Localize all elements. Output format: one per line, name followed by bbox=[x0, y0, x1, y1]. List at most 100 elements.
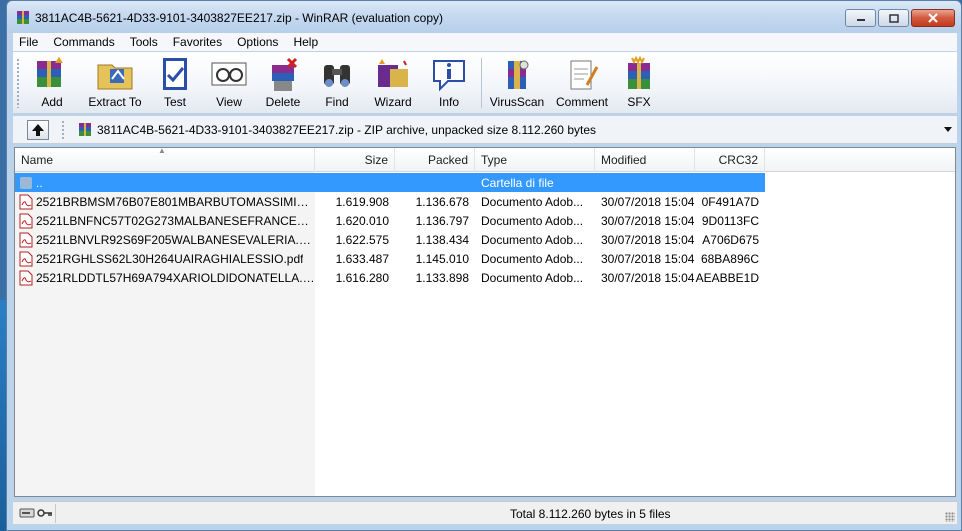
view-label: View bbox=[216, 95, 242, 109]
menu-file[interactable]: File bbox=[13, 33, 45, 51]
status-divider bbox=[55, 504, 56, 523]
file-name: 2521RLDDTL57H69A794XARIOLDIDONATELLA.pdf bbox=[36, 270, 315, 285]
extract-to-label: Extract To bbox=[88, 95, 142, 109]
parent-folder-row[interactable]: .. Cartella di file bbox=[15, 173, 765, 192]
maximize-button[interactable] bbox=[878, 9, 909, 27]
file-crc: A706D675 bbox=[702, 232, 759, 247]
column-type-label: Type bbox=[481, 153, 508, 167]
title-bar[interactable]: 3811AC4B-5621-4D33-9101-3403827EE217.zip… bbox=[7, 1, 961, 33]
pdf-file-icon bbox=[19, 213, 33, 228]
pdf-file-icon bbox=[19, 194, 33, 209]
menu-tools[interactable]: Tools bbox=[122, 33, 165, 51]
address-field[interactable]: 3811AC4B-5621-4D33-9101-3403827EE217.zip… bbox=[71, 120, 955, 140]
find-icon bbox=[324, 65, 350, 87]
info-button[interactable]: Info bbox=[427, 55, 471, 113]
column-crc[interactable]: CRC32 bbox=[695, 148, 765, 172]
sfx-button[interactable]: SFX bbox=[617, 55, 661, 113]
window-title: 3811AC4B-5621-4D33-9101-3403827EE217.zip… bbox=[35, 11, 444, 25]
add-button[interactable]: Add bbox=[27, 55, 77, 113]
file-list[interactable]: ▲ Name Size Packed Type Modified CRC32 .… bbox=[14, 146, 956, 497]
file-modified: 30/07/2018 15:04 bbox=[601, 232, 695, 247]
file-packed: 1.136.797 bbox=[415, 213, 469, 228]
file-modified: 30/07/2018 15:04 bbox=[601, 213, 695, 228]
resize-grip[interactable] bbox=[945, 512, 955, 522]
file-type: Documento Adob... bbox=[481, 251, 584, 266]
file-name: 2521RGHLSS62L30H264UAIRAGHIALESSIO.pdf bbox=[36, 251, 304, 266]
delete-label: Delete bbox=[265, 95, 301, 109]
file-packed: 1.138.434 bbox=[415, 232, 469, 247]
up-one-level-button[interactable] bbox=[27, 120, 49, 140]
close-button[interactable] bbox=[911, 9, 955, 27]
parent-folder-type: Cartella di file bbox=[481, 175, 554, 190]
info-label: Info bbox=[438, 95, 459, 109]
wizard-icon bbox=[378, 59, 408, 87]
sfx-icon bbox=[628, 55, 650, 89]
minimize-icon bbox=[856, 19, 865, 21]
test-icon bbox=[163, 58, 187, 90]
table-row[interactable]: 2521RLDDTL57H69A794XARIOLDIDONATELLA.pdf… bbox=[15, 268, 765, 287]
file-modified: 30/07/2018 15:04 bbox=[601, 251, 695, 266]
wizard-label: Wizard bbox=[374, 95, 412, 109]
menu-commands[interactable]: Commands bbox=[45, 33, 121, 51]
table-row[interactable]: 2521LBNVLR92S69F205WALBANESEVALERIA.pdf … bbox=[15, 230, 765, 249]
menu-favorites[interactable]: Favorites bbox=[165, 33, 229, 51]
sort-arrow-icon: ▲ bbox=[158, 146, 166, 155]
column-modified-label: Modified bbox=[601, 153, 647, 167]
pdf-file-icon bbox=[19, 232, 33, 247]
delete-icon bbox=[272, 57, 298, 91]
address-bar: 3811AC4B-5621-4D33-9101-3403827EE217.zip… bbox=[13, 116, 957, 144]
file-type: Documento Adob... bbox=[481, 270, 584, 285]
test-button[interactable]: Test bbox=[153, 55, 197, 113]
menu-options[interactable]: Options bbox=[229, 33, 285, 51]
sfx-label: SFX bbox=[627, 95, 651, 109]
column-packed-label: Packed bbox=[427, 153, 468, 167]
column-modified[interactable]: Modified bbox=[595, 148, 695, 172]
column-packed[interactable]: Packed bbox=[395, 148, 475, 172]
wizard-button[interactable]: Wizard bbox=[369, 55, 417, 113]
column-name-label: Name bbox=[21, 153, 54, 167]
add-icon bbox=[37, 57, 63, 87]
file-type: Documento Adob... bbox=[481, 194, 584, 209]
minimize-button[interactable] bbox=[845, 9, 876, 27]
virusscan-button[interactable]: VirusScan bbox=[487, 55, 547, 113]
file-size: 1.622.575 bbox=[335, 232, 389, 247]
menu-bar: File Commands Tools Favorites Options He… bbox=[13, 33, 957, 51]
file-modified: 30/07/2018 15:04 bbox=[601, 270, 695, 285]
address-text: 3811AC4B-5621-4D33-9101-3403827EE217.zip… bbox=[97, 123, 596, 137]
column-name[interactable]: ▲ Name bbox=[15, 146, 315, 172]
file-packed: 1.136.678 bbox=[415, 194, 469, 209]
address-grip[interactable] bbox=[61, 120, 65, 140]
archive-icon bbox=[79, 123, 91, 136]
file-crc: 0F491A7D bbox=[701, 194, 759, 209]
extract-to-button[interactable]: Extract To bbox=[83, 55, 147, 113]
comment-label: Comment bbox=[555, 95, 608, 109]
view-button[interactable]: View bbox=[207, 55, 251, 113]
table-row[interactable]: 2521LBNFNC57T02G273MALBANESEFRANCESCO...… bbox=[15, 211, 765, 230]
status-text: Total 8.112.260 bytes in 5 files bbox=[510, 507, 671, 521]
menu-help[interactable]: Help bbox=[285, 33, 325, 51]
file-size: 1.633.487 bbox=[335, 251, 389, 266]
column-crc-label: CRC32 bbox=[718, 153, 758, 167]
add-label: Add bbox=[41, 95, 63, 109]
column-size-label: Size bbox=[364, 153, 388, 167]
column-size[interactable]: Size bbox=[315, 148, 395, 172]
file-crc: 9D0113FC bbox=[701, 213, 759, 228]
comment-button[interactable]: Comment bbox=[551, 55, 613, 113]
chevron-down-icon[interactable] bbox=[943, 122, 953, 136]
maximize-icon bbox=[888, 13, 899, 23]
toolbar-separator bbox=[481, 58, 482, 108]
winrar-app-icon[interactable] bbox=[15, 10, 31, 26]
toolbar-grip[interactable] bbox=[16, 58, 20, 108]
delete-button[interactable]: Delete bbox=[261, 55, 305, 113]
column-header: ▲ Name Size Packed Type Modified CRC32 bbox=[15, 146, 955, 172]
drive-key-icon[interactable] bbox=[19, 506, 53, 520]
column-type[interactable]: Type bbox=[475, 148, 595, 172]
pdf-file-icon bbox=[19, 270, 33, 285]
table-row[interactable]: 2521BRBMSM76B07E801MBARBUTOMASSIMILIAN..… bbox=[15, 192, 765, 211]
find-label: Find bbox=[325, 95, 349, 109]
find-button[interactable]: Find bbox=[315, 55, 359, 113]
close-icon bbox=[928, 13, 938, 23]
table-row[interactable]: 2521RGHLSS62L30H264UAIRAGHIALESSIO.pdf 1… bbox=[15, 249, 765, 268]
file-size: 1.620.010 bbox=[335, 213, 389, 228]
toolbar: Add Extract To Test View Delete Find Wiz… bbox=[13, 52, 957, 114]
